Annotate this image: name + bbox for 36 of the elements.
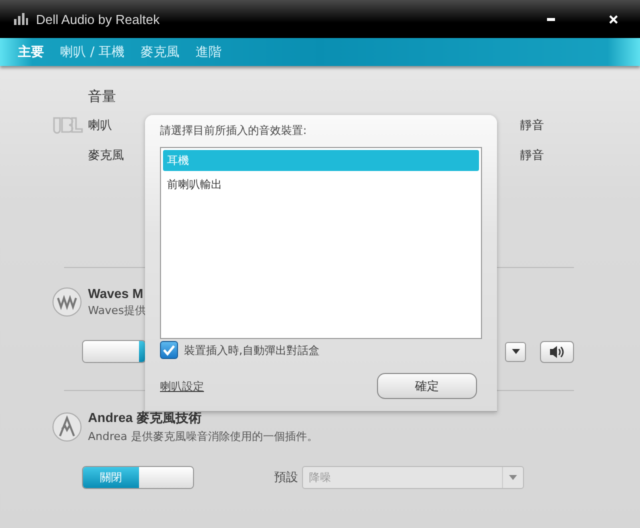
section-description: Waves提供 [88,303,146,318]
checkbox[interactable] [160,341,178,359]
waves-logo-icon [52,287,82,317]
section-title: Andrea 麥克風技術 [88,409,202,427]
device-list[interactable]: 耳機 前喇叭輸出 [160,147,482,339]
equalizer-icon [14,13,28,25]
section-title: 音量 [88,88,117,106]
speaker-brand-logo [52,115,84,135]
device-item[interactable]: 耳機 [163,150,479,171]
window-title: Dell Audio by Realtek [36,12,160,26]
device-item[interactable]: 前喇叭輸出 [163,174,479,195]
preset-label: 預設 [274,469,298,486]
tab[interactable]: 麥克風 [134,41,186,63]
ok-button[interactable]: 確定 [377,373,477,399]
tab[interactable]: 進階 [190,41,228,63]
speaker-icon [549,344,565,358]
dialog-prompt: 請選擇目前所插入的音效裝置: [160,123,308,138]
tab[interactable]: 主要 [12,41,50,63]
section-description: Andrea 是供麥克風噪音消除使用的一個插件。 [88,429,318,444]
caret-icon [512,349,520,354]
section-title: Waves M [88,286,144,301]
mute-label: 靜音 [520,146,544,164]
toggle-switch[interactable] [82,340,146,363]
andrea-logo-icon [52,412,82,442]
tab[interactable]: 喇叭 / 耳機 [54,41,131,63]
speaker-button[interactable] [540,340,574,362]
volume-label: 麥克風 [88,146,124,164]
caret-icon [509,475,517,480]
mute-label: 靜音 [520,116,544,134]
speaker-settings-link[interactable]: 喇叭設定 [160,378,204,394]
dropdown-arrow-button[interactable] [505,342,526,362]
minimize-icon [547,18,555,20]
toggle-switch[interactable]: 關閉 [82,466,194,489]
checkbox-label: 裝置插入時,自動彈出對話盒 [184,342,320,358]
close-icon [609,14,618,24]
volume-label: 喇叭 [88,116,112,134]
